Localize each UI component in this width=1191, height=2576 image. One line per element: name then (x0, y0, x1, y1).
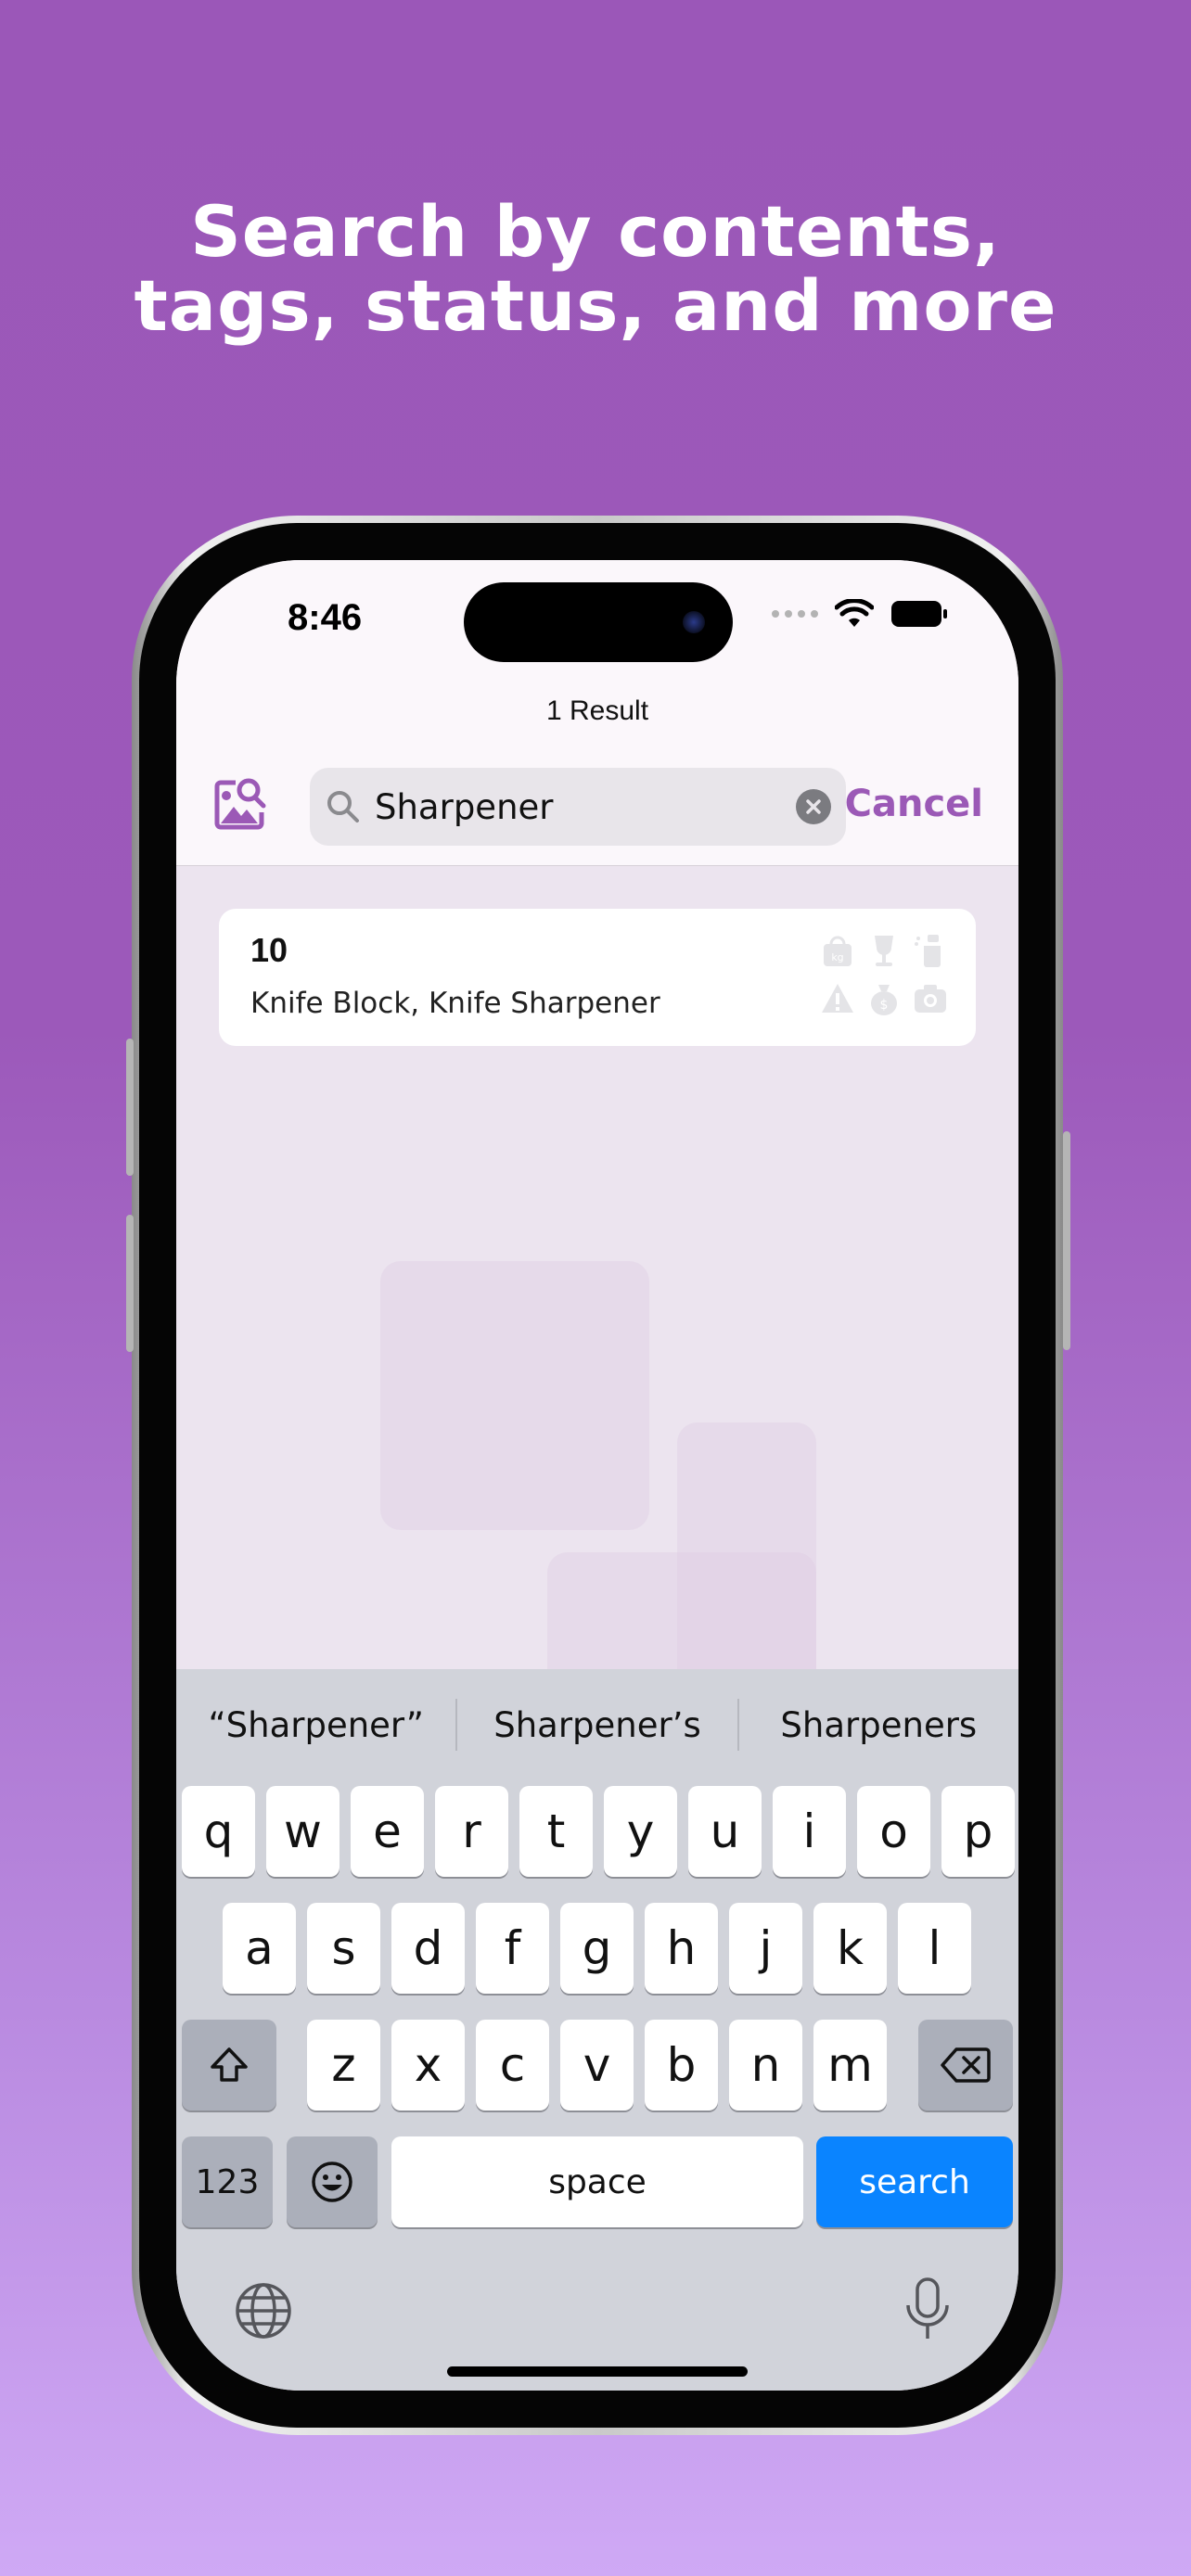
valuable-money-bag-icon: $ (866, 981, 902, 1016)
status-indicators (772, 599, 948, 629)
key-q[interactable]: q (182, 1786, 255, 1877)
space-key[interactable]: space (391, 2136, 803, 2227)
camera-icon (683, 611, 705, 633)
key-b[interactable]: b (645, 2020, 718, 2111)
microphone-icon (906, 2277, 949, 2339)
key-y[interactable]: y (604, 1786, 677, 1877)
promo-headline-line2: tags, status, and more (134, 264, 1057, 347)
key-w[interactable]: w (266, 1786, 339, 1877)
box-contents: Knife Block, Knife Sharpener (250, 987, 660, 1020)
predictive-text-bar: “Sharpener” Sharpener’s Sharpeners (176, 1669, 1018, 1780)
cancel-button[interactable]: Cancel (845, 783, 983, 825)
suggestion-2[interactable]: Sharpener’s (457, 1705, 736, 1745)
key-p[interactable]: p (941, 1786, 1015, 1877)
globe-icon (236, 2283, 291, 2339)
photo-search-button[interactable] (211, 775, 269, 833)
search-icon (327, 791, 359, 823)
phone-side-button (1063, 1131, 1070, 1350)
delete-key[interactable] (918, 2020, 1013, 2111)
dictation-key[interactable] (900, 2276, 955, 2346)
key-n[interactable]: n (729, 2020, 802, 2111)
emoji-icon (312, 2162, 352, 2202)
key-u[interactable]: u (688, 1786, 762, 1877)
search-key[interactable]: search (816, 2136, 1013, 2227)
numbers-key[interactable]: 123 (182, 2136, 273, 2227)
promo-headline: Search by contents, tags, status, and mo… (0, 195, 1191, 343)
key-v[interactable]: v (560, 2020, 634, 2111)
key-i[interactable]: i (773, 1786, 846, 1877)
search-input[interactable] (375, 779, 783, 835)
phone-side-button (126, 1039, 134, 1176)
home-indicator[interactable] (447, 2366, 748, 2377)
phone-screen: 8:46 1 Result Sharpener Cancel 10 Knife … (176, 560, 1018, 2391)
box-number: 10 (250, 931, 288, 969)
cellular-signal-icon (772, 610, 818, 618)
keyboard: “Sharpener” Sharpener’s Sharpeners q w e… (176, 1669, 1018, 2391)
results-list: 10 Knife Block, Knife Sharpener kg $ (176, 866, 1018, 1738)
svg-text:kg: kg (831, 951, 843, 963)
key-f[interactable]: f (476, 1903, 549, 1994)
search-field[interactable] (310, 768, 846, 846)
svg-text:$: $ (880, 998, 889, 1013)
warning-icon (820, 981, 855, 1016)
camera-photo-icon (913, 981, 948, 1016)
status-icons: kg $ (820, 933, 948, 1016)
key-t[interactable]: t (519, 1786, 593, 1877)
key-z[interactable]: z (307, 2020, 380, 2111)
key-e[interactable]: e (351, 1786, 424, 1877)
promo-headline-line1: Search by contents, (190, 190, 1001, 273)
key-r[interactable]: r (435, 1786, 508, 1877)
phone-side-button (126, 1215, 134, 1352)
key-d[interactable]: d (391, 1903, 465, 1994)
key-c[interactable]: c (476, 2020, 549, 2111)
key-a[interactable]: a (223, 1903, 296, 1994)
key-h[interactable]: h (645, 1903, 718, 1994)
shift-icon (211, 2047, 248, 2082)
key-j[interactable]: j (729, 1903, 802, 1994)
suggestion-3[interactable]: Sharpeners (739, 1705, 1018, 1745)
dynamic-island (464, 582, 733, 662)
shift-key[interactable] (182, 2020, 276, 2111)
key-k[interactable]: k (813, 1903, 887, 1994)
globe-key[interactable] (232, 2279, 295, 2342)
key-m[interactable]: m (813, 2020, 887, 2111)
fragile-glass-icon (866, 933, 902, 968)
heavy-weight-icon: kg (820, 933, 855, 968)
results-count-title: 1 Result (545, 695, 649, 726)
key-o[interactable]: o (857, 1786, 930, 1877)
backspace-icon (941, 2047, 991, 2083)
key-l[interactable]: l (898, 1903, 971, 1994)
navigation-bar: 8:46 1 Result Sharpener Cancel (176, 560, 1018, 866)
photo-search-icon (214, 778, 266, 830)
background-decoration (380, 1261, 649, 1530)
battery-icon (891, 601, 947, 627)
key-s[interactable]: s (307, 1903, 380, 1994)
result-card[interactable]: 10 Knife Block, Knife Sharpener kg $ (219, 909, 976, 1046)
status-time: 8:46 (288, 597, 363, 638)
clear-search-button[interactable] (796, 789, 831, 824)
key-g[interactable]: g (560, 1903, 634, 1994)
key-x[interactable]: x (391, 2020, 465, 2111)
suggestion-1[interactable]: “Sharpener” (176, 1705, 455, 1745)
close-icon (806, 799, 821, 814)
wifi-icon (835, 599, 874, 627)
plant-spray-icon (913, 933, 948, 968)
emoji-key[interactable] (287, 2136, 378, 2227)
